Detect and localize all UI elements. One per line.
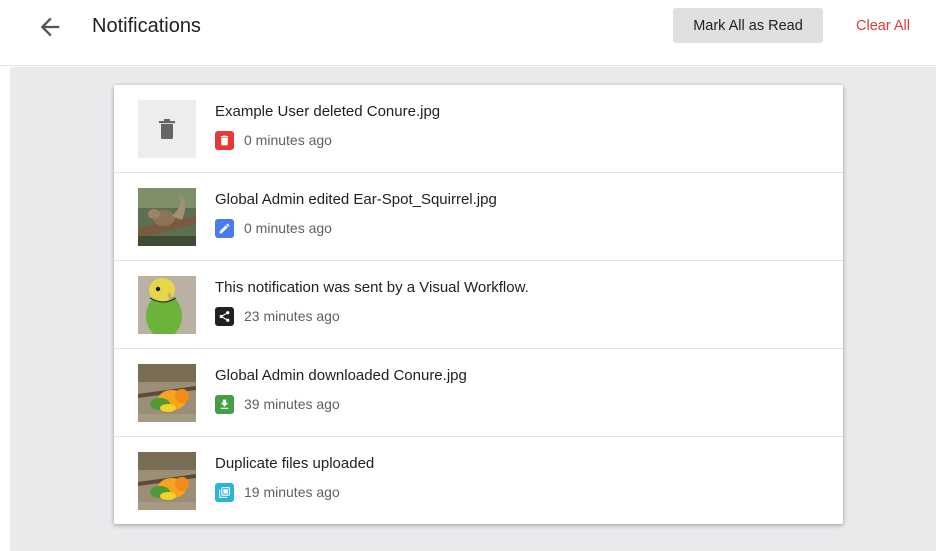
- share-icon: [215, 306, 234, 326]
- notification-time: 0 minutes ago: [244, 132, 332, 148]
- mark-all-read-button[interactable]: Mark All as Read: [673, 8, 823, 43]
- download-icon: [215, 394, 234, 414]
- squirrel-thumbnail: [138, 188, 196, 246]
- notification-message: Global Admin edited Ear-Spot_Squirrel.jp…: [215, 191, 497, 208]
- pencil-icon: [215, 218, 234, 238]
- notification-item[interactable]: Global Admin edited Ear-Spot_Squirrel.jp…: [114, 173, 843, 261]
- notification-item[interactable]: This notification was sent by a Visual W…: [114, 261, 843, 349]
- clear-all-button[interactable]: Clear All: [838, 8, 928, 43]
- parakeet-thumbnail: [138, 276, 196, 334]
- deleted-file-thumbnail: [138, 100, 196, 158]
- header-bar: Notifications Mark All as Read Clear All: [0, 0, 936, 66]
- trash-icon: [215, 130, 234, 150]
- notification-item[interactable]: Duplicate files uploaded 19 minutes ago: [114, 437, 843, 525]
- notification-time: 39 minutes ago: [244, 396, 340, 412]
- notification-list: Example User deleted Conure.jpg 0 minute…: [114, 85, 843, 524]
- notification-item[interactable]: Global Admin downloaded Conure.jpg 39 mi…: [114, 349, 843, 437]
- duplicate-icon: [215, 482, 234, 502]
- notification-item[interactable]: Example User deleted Conure.jpg 0 minute…: [114, 85, 843, 173]
- notification-message: This notification was sent by a Visual W…: [215, 279, 529, 296]
- arrow-left-icon: [40, 17, 60, 37]
- notification-time: 0 minutes ago: [244, 220, 332, 236]
- notification-message: Global Admin downloaded Conure.jpg: [215, 367, 467, 384]
- back-button[interactable]: [36, 13, 64, 41]
- notification-message: Duplicate files uploaded: [215, 455, 375, 472]
- trash-icon: [138, 100, 196, 158]
- conure-thumbnail: [138, 452, 196, 510]
- notification-message: Example User deleted Conure.jpg: [215, 103, 441, 120]
- conure-thumbnail: [138, 364, 196, 422]
- notification-time: 19 minutes ago: [244, 484, 340, 500]
- notification-time: 23 minutes ago: [244, 308, 340, 324]
- page-title: Notifications: [92, 15, 201, 37]
